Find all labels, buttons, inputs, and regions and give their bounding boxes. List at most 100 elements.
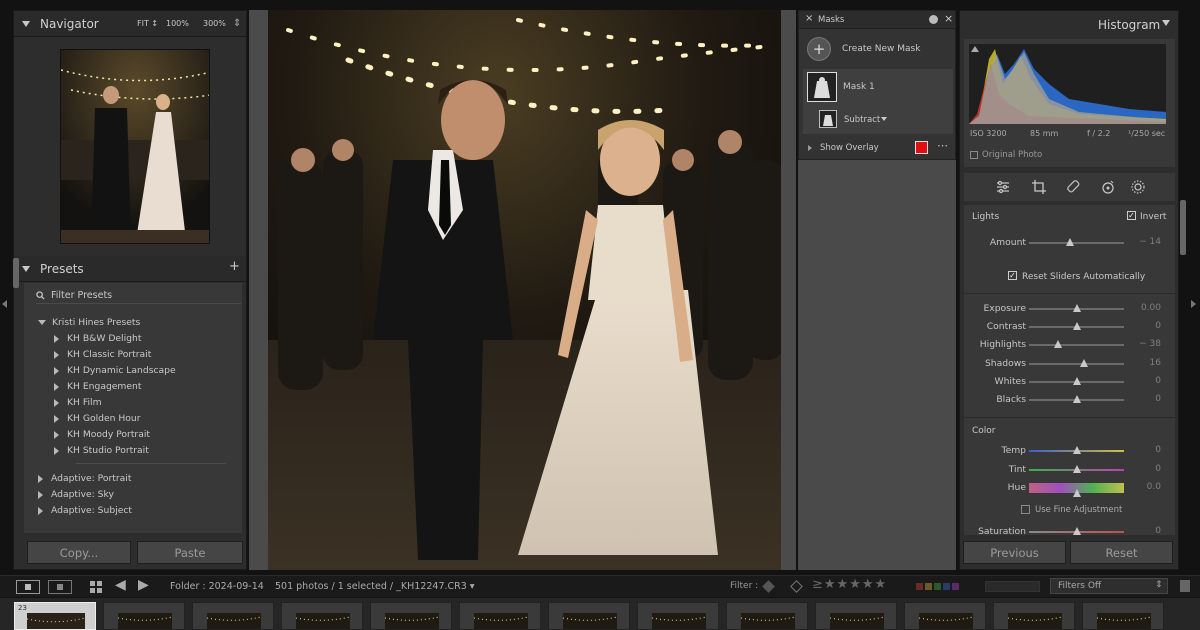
tint-value[interactable]: 0 xyxy=(1155,464,1161,474)
healing-brush-icon[interactable] xyxy=(1067,180,1081,194)
fine-adjustment-checkbox[interactable] xyxy=(1021,505,1030,514)
copy-button[interactable]: Copy... xyxy=(27,541,131,564)
filmstrip-thumbnail[interactable] xyxy=(904,602,986,630)
rating-filter-stars-icon[interactable]: ≥★★★★★ xyxy=(812,577,887,592)
filmstrip-thumbnail-selected[interactable]: 23 xyxy=(14,602,96,630)
temp-knob[interactable] xyxy=(1072,446,1081,454)
filter-presets-field[interactable]: Filter Presets xyxy=(36,287,241,304)
blacks-knob[interactable] xyxy=(1072,395,1081,403)
mask-1-thumbnail[interactable] xyxy=(807,72,837,102)
hue-slider[interactable]: Hue 0.0 xyxy=(964,481,1175,497)
zoom-fit[interactable]: FIT ↕ xyxy=(137,19,158,28)
tint-knob[interactable] xyxy=(1072,464,1081,473)
photo-count[interactable]: 501 photos / 1 selected / _KH12247.CR3 ▾ xyxy=(275,581,475,592)
filmstrip-thumbnail[interactable] xyxy=(548,602,630,630)
add-preset-icon[interactable]: + xyxy=(229,259,240,274)
amount-value[interactable]: − 14 xyxy=(1139,237,1161,247)
preset-item[interactable]: KH Engagement xyxy=(54,381,141,392)
kind-filter[interactable] xyxy=(985,581,1040,592)
original-photo-checkbox[interactable] xyxy=(970,151,978,159)
preset-item[interactable]: KH B&W Delight xyxy=(54,333,141,344)
shadows-slider[interactable]: Shadows 16 xyxy=(964,357,1175,371)
contrast-knob[interactable] xyxy=(1072,322,1081,331)
second-window-icon[interactable] xyxy=(48,580,72,594)
amount-track[interactable] xyxy=(1029,242,1124,244)
reset-button[interactable]: Reset xyxy=(1070,541,1173,564)
overlay-color-swatch[interactable] xyxy=(915,141,928,154)
next-photo-icon[interactable]: ▶ xyxy=(138,577,149,593)
close-panel-icon[interactable]: × xyxy=(944,12,953,25)
preset-group-adaptive-subject[interactable]: Adaptive: Subject xyxy=(38,505,132,516)
grid-view-icon[interactable] xyxy=(90,581,102,593)
subtract-label[interactable]: Subtract xyxy=(844,115,880,125)
collapse-left-panel-icon[interactable] xyxy=(2,300,7,308)
filmstrip-thumbnail[interactable] xyxy=(192,602,274,630)
masking-icon[interactable] xyxy=(1131,180,1145,194)
invert-checkbox[interactable]: ✓ xyxy=(1127,211,1136,220)
create-new-mask-button[interactable]: Create New Mask xyxy=(842,44,920,54)
zoom-100[interactable]: 100% xyxy=(166,19,189,28)
left-panel-scrollbar[interactable] xyxy=(13,258,19,288)
filmstrip-thumbnail[interactable] xyxy=(103,602,185,630)
reset-auto-checkbox[interactable]: ✓ xyxy=(1008,271,1017,280)
filter-lock-icon[interactable] xyxy=(1180,580,1190,592)
subtract-thumbnail[interactable] xyxy=(819,110,837,128)
whites-value[interactable]: 0 xyxy=(1155,376,1161,386)
filmstrip-thumbnail[interactable] xyxy=(993,602,1075,630)
shadows-value[interactable]: 16 xyxy=(1150,358,1161,368)
crop-icon[interactable] xyxy=(1032,180,1046,194)
main-photo[interactable] xyxy=(268,10,781,570)
more-options-icon[interactable]: ⋯ xyxy=(937,139,948,152)
create-mask-plus-icon[interactable]: + xyxy=(807,37,831,61)
whites-slider[interactable]: Whites 0 xyxy=(964,375,1175,389)
close-masks-icon[interactable]: × xyxy=(805,13,813,24)
zoom-menu-icon[interactable]: ⇕ xyxy=(233,18,241,29)
saturation-slider[interactable]: Saturation 0 xyxy=(964,525,1175,535)
histogram-graph[interactable] xyxy=(969,44,1166,124)
highlights-knob[interactable] xyxy=(1054,340,1063,349)
right-panel-scrollbar[interactable] xyxy=(1180,200,1186,255)
color-label-filter[interactable] xyxy=(916,583,959,590)
highlights-value[interactable]: − 38 xyxy=(1139,339,1161,349)
folder-label[interactable]: Folder : 2024-09-14 xyxy=(170,581,264,592)
blacks-slider[interactable]: Blacks 0 xyxy=(964,393,1175,407)
presets-header[interactable]: Presets + xyxy=(14,256,246,282)
amount-slider[interactable]: Amount − 14 xyxy=(964,236,1175,250)
filmstrip-thumbnail[interactable] xyxy=(726,602,808,630)
shadows-knob[interactable] xyxy=(1080,358,1089,367)
temp-value[interactable]: 0 xyxy=(1155,445,1161,455)
preset-item[interactable]: KH Golden Hour xyxy=(54,413,141,424)
contrast-slider[interactable]: Contrast 0 xyxy=(964,320,1175,334)
tint-slider[interactable]: Tint 0 xyxy=(964,463,1175,477)
preset-item[interactable]: KH Dynamic Landscape xyxy=(54,365,176,376)
preset-group-adaptive-portrait[interactable]: Adaptive: Portrait xyxy=(38,473,131,484)
preset-item[interactable]: KH Film xyxy=(54,397,102,408)
temp-slider[interactable]: Temp 0 xyxy=(964,444,1175,458)
collapse-right-panel-icon[interactable] xyxy=(1191,300,1196,308)
previous-photo-icon[interactable]: ◀ xyxy=(115,577,126,593)
blacks-value[interactable]: 0 xyxy=(1155,394,1161,404)
edit-sliders-icon[interactable] xyxy=(996,180,1010,194)
filters-off-dropdown[interactable]: Filters Off ⇕ xyxy=(1050,578,1168,594)
preset-item[interactable]: KH Moody Portrait xyxy=(54,429,150,440)
preset-item[interactable]: KH Classic Portrait xyxy=(54,349,151,360)
paste-button[interactable]: Paste xyxy=(137,541,243,564)
highlights-track[interactable] xyxy=(1029,344,1124,347)
filmstrip-thumbnail[interactable] xyxy=(281,602,363,630)
navigator-preview[interactable] xyxy=(60,49,210,244)
histogram-title[interactable]: Histogram xyxy=(1098,18,1160,32)
whites-knob[interactable] xyxy=(1072,376,1081,385)
contrast-value[interactable]: 0 xyxy=(1155,321,1161,331)
zoom-300[interactable]: 300% xyxy=(203,19,226,28)
red-eye-icon[interactable] xyxy=(1101,180,1115,194)
exposure-value[interactable]: 0.00 xyxy=(1141,303,1161,313)
saturation-value[interactable]: 0 xyxy=(1155,526,1161,535)
main-window-icon[interactable] xyxy=(16,580,40,594)
previous-button[interactable]: Previous xyxy=(963,541,1066,564)
exposure-knob[interactable] xyxy=(1072,304,1081,312)
filmstrip-thumbnail[interactable] xyxy=(637,602,719,630)
filmstrip-thumbnail[interactable] xyxy=(1082,602,1164,630)
show-overlay-toggle[interactable]: Show Overlay xyxy=(820,143,879,153)
preset-group-kristi-hines[interactable]: Kristi Hines Presets xyxy=(38,317,140,328)
flag-filter-icon[interactable] xyxy=(762,580,775,593)
